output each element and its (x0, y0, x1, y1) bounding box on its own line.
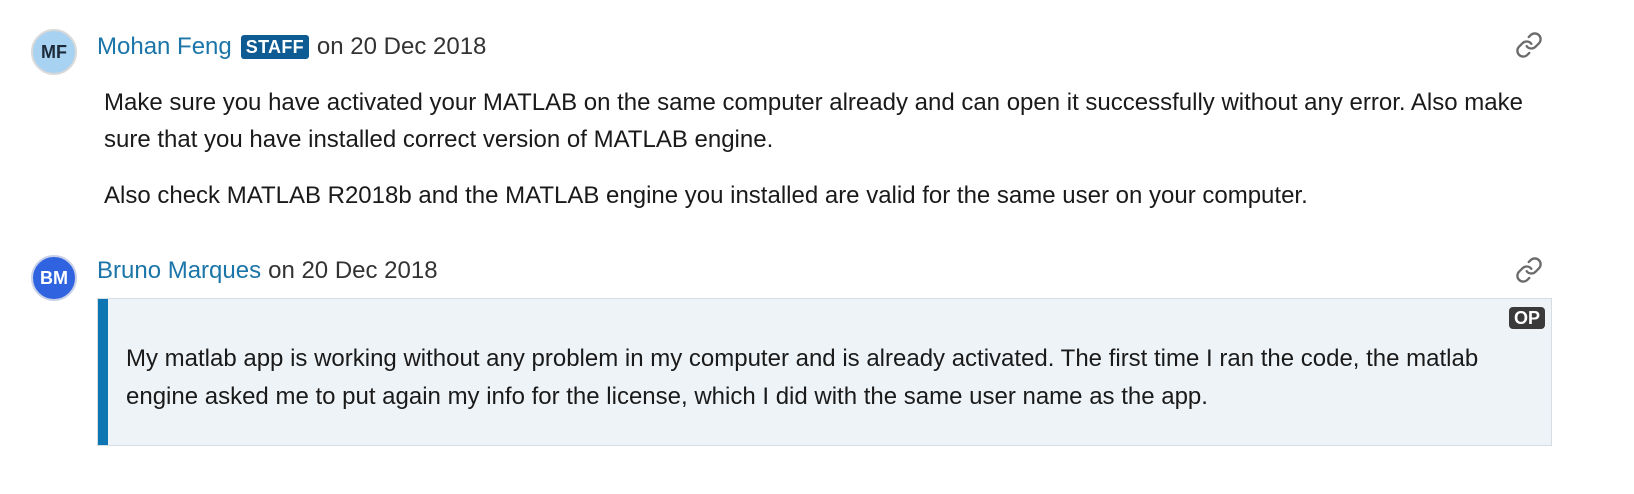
op-accent-bar (98, 299, 108, 445)
avatar[interactable]: MF (31, 29, 77, 75)
comment-date: on 20 Dec 2018 (316, 33, 487, 60)
staff-badge: STAFF (240, 35, 309, 59)
op-comment-box: OP My matlab app is working without any … (97, 298, 1552, 446)
author-link[interactable]: Mohan Feng (97, 32, 232, 62)
comment-date: on 20 Dec 2018 (268, 257, 438, 284)
comment-paragraph: My matlab app is working without any pro… (126, 345, 1479, 410)
op-badge: OP (1508, 307, 1545, 329)
link-icon[interactable] (1515, 31, 1543, 59)
comment-paragraph: Also check MATLAB R2018b and the MATLAB … (104, 182, 1308, 209)
author-link[interactable]: Bruno Marques (97, 256, 261, 286)
comment-header: Mohan Feng STAFF on 20 Dec 2018 (97, 32, 486, 62)
comment-header: Bruno Marques on 20 Dec 2018 (97, 256, 438, 286)
comment: MF Mohan Feng STAFF on 20 Dec 2018 Make … (0, 0, 1634, 240)
avatar-initials: BM (40, 267, 68, 288)
comment-paragraph: Make sure you have activated your MATLAB… (104, 89, 1523, 153)
avatar[interactable]: BM (31, 255, 77, 301)
link-icon[interactable] (1515, 256, 1543, 284)
avatar-initials: MF (41, 41, 67, 62)
comment: BM Bruno Marques on 20 Dec 2018 OP My ma… (0, 250, 1634, 494)
